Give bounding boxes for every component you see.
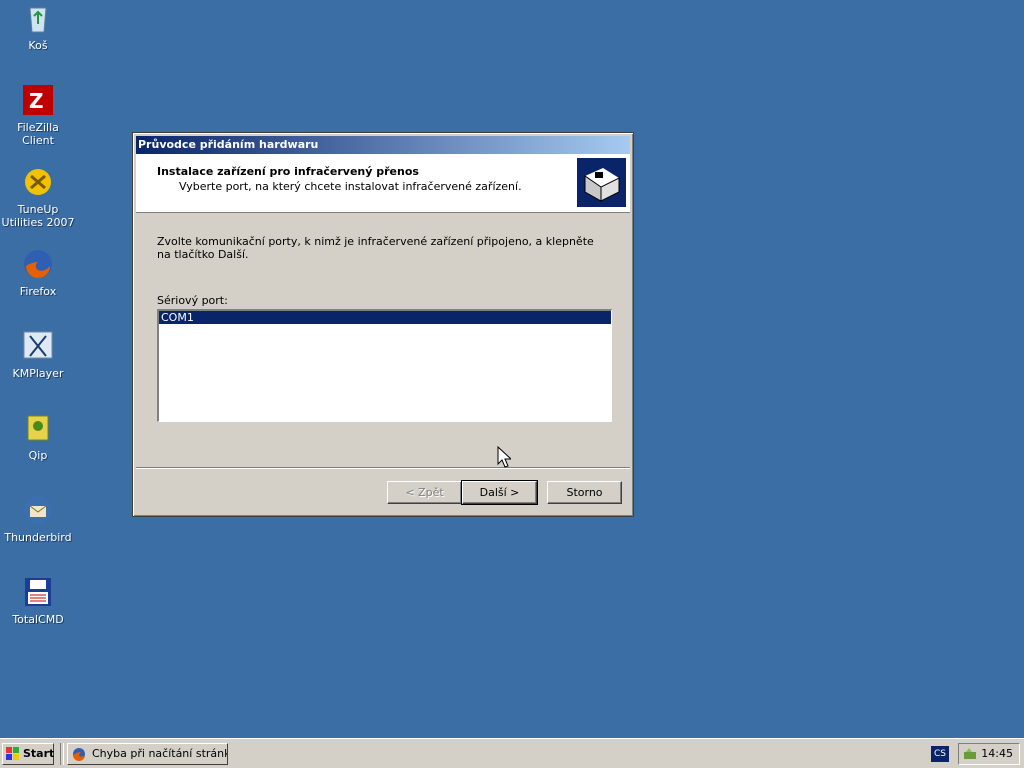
clock[interactable]: 14:45 (981, 744, 1013, 764)
cancel-button[interactable]: Storno (547, 481, 622, 504)
tray-device-icon[interactable] (963, 747, 977, 761)
desktop-icon-label: TuneUp Utilities 2007 (1, 203, 75, 229)
totalcmd-icon (22, 576, 54, 608)
taskbar-separator (60, 743, 64, 765)
desktop-icon-label: Qip (28, 449, 48, 462)
desktop-icon-label: KMPlayer (12, 367, 64, 380)
tuneup-icon (22, 166, 54, 198)
windows-logo-icon (6, 747, 20, 761)
firefox-icon (22, 248, 54, 280)
desktop-icon-firefox[interactable]: Firefox (0, 248, 76, 298)
thunderbird-icon (22, 494, 54, 526)
serial-port-listbox[interactable]: COM1 (157, 309, 612, 422)
taskbar: Start Chyba při načítání stránk... CS 14… (0, 738, 1024, 768)
task-label: Chyba při načítání stránk... (92, 747, 228, 760)
hardware-wizard-icon (577, 158, 626, 207)
back-button[interactable]: < Zpět (387, 481, 462, 504)
desktop-icon-label: Firefox (19, 285, 57, 298)
desktop-icon-filezilla[interactable]: Z FileZilla Client (0, 84, 76, 147)
desktop-icon-label: Thunderbird (4, 531, 72, 544)
start-label: Start (23, 747, 55, 760)
taskbar-task-firefox[interactable]: Chyba při načítání stránk... (67, 743, 228, 765)
desktop-icon-thunderbird[interactable]: Thunderbird (0, 494, 76, 544)
mouse-cursor-icon (497, 445, 513, 471)
wizard-header-subtitle: Vyberte port, na který chcete instalovat… (179, 180, 522, 193)
svg-text:Z: Z (29, 89, 44, 113)
add-hardware-wizard-dialog: Průvodce přidáním hardwaru Instalace zař… (132, 132, 634, 517)
serial-port-label: Sériový port: (157, 294, 228, 307)
kmplayer-icon (22, 330, 54, 362)
system-tray: 14:45 (958, 743, 1020, 765)
start-button[interactable]: Start (2, 743, 54, 765)
desktop-icon-kmplayer[interactable]: KMPlayer (0, 330, 76, 380)
desktop-icon-recycle-bin[interactable]: Koš (0, 2, 76, 52)
wizard-header: Instalace zařízení pro infračervený přen… (136, 154, 630, 213)
wizard-header-title: Instalace zařízení pro infračervený přen… (157, 165, 419, 178)
language-indicator[interactable]: CS (931, 746, 949, 762)
button-separator (136, 467, 630, 469)
desktop-icon-tuneup[interactable]: TuneUp Utilities 2007 (0, 166, 76, 229)
desktop-icon-label: TotalCMD (12, 613, 64, 626)
dialog-title[interactable]: Průvodce přidáním hardwaru (136, 136, 630, 154)
firefox-icon (72, 747, 86, 761)
port-list-item[interactable]: COM1 (159, 311, 611, 324)
desktop-icon-qip[interactable]: Qip (0, 412, 76, 462)
desktop-icon-totalcmd[interactable]: TotalCMD (0, 576, 76, 626)
wizard-instructions: Zvolte komunikační porty, k nimž je infr… (157, 235, 594, 261)
filezilla-icon: Z (22, 84, 54, 116)
recycle-bin-icon (22, 2, 54, 34)
desktop-icon-label: Koš (28, 39, 48, 52)
next-button[interactable]: Další > (461, 480, 538, 505)
qip-icon (22, 412, 54, 444)
desktop-icon-label: FileZilla Client (17, 121, 59, 147)
